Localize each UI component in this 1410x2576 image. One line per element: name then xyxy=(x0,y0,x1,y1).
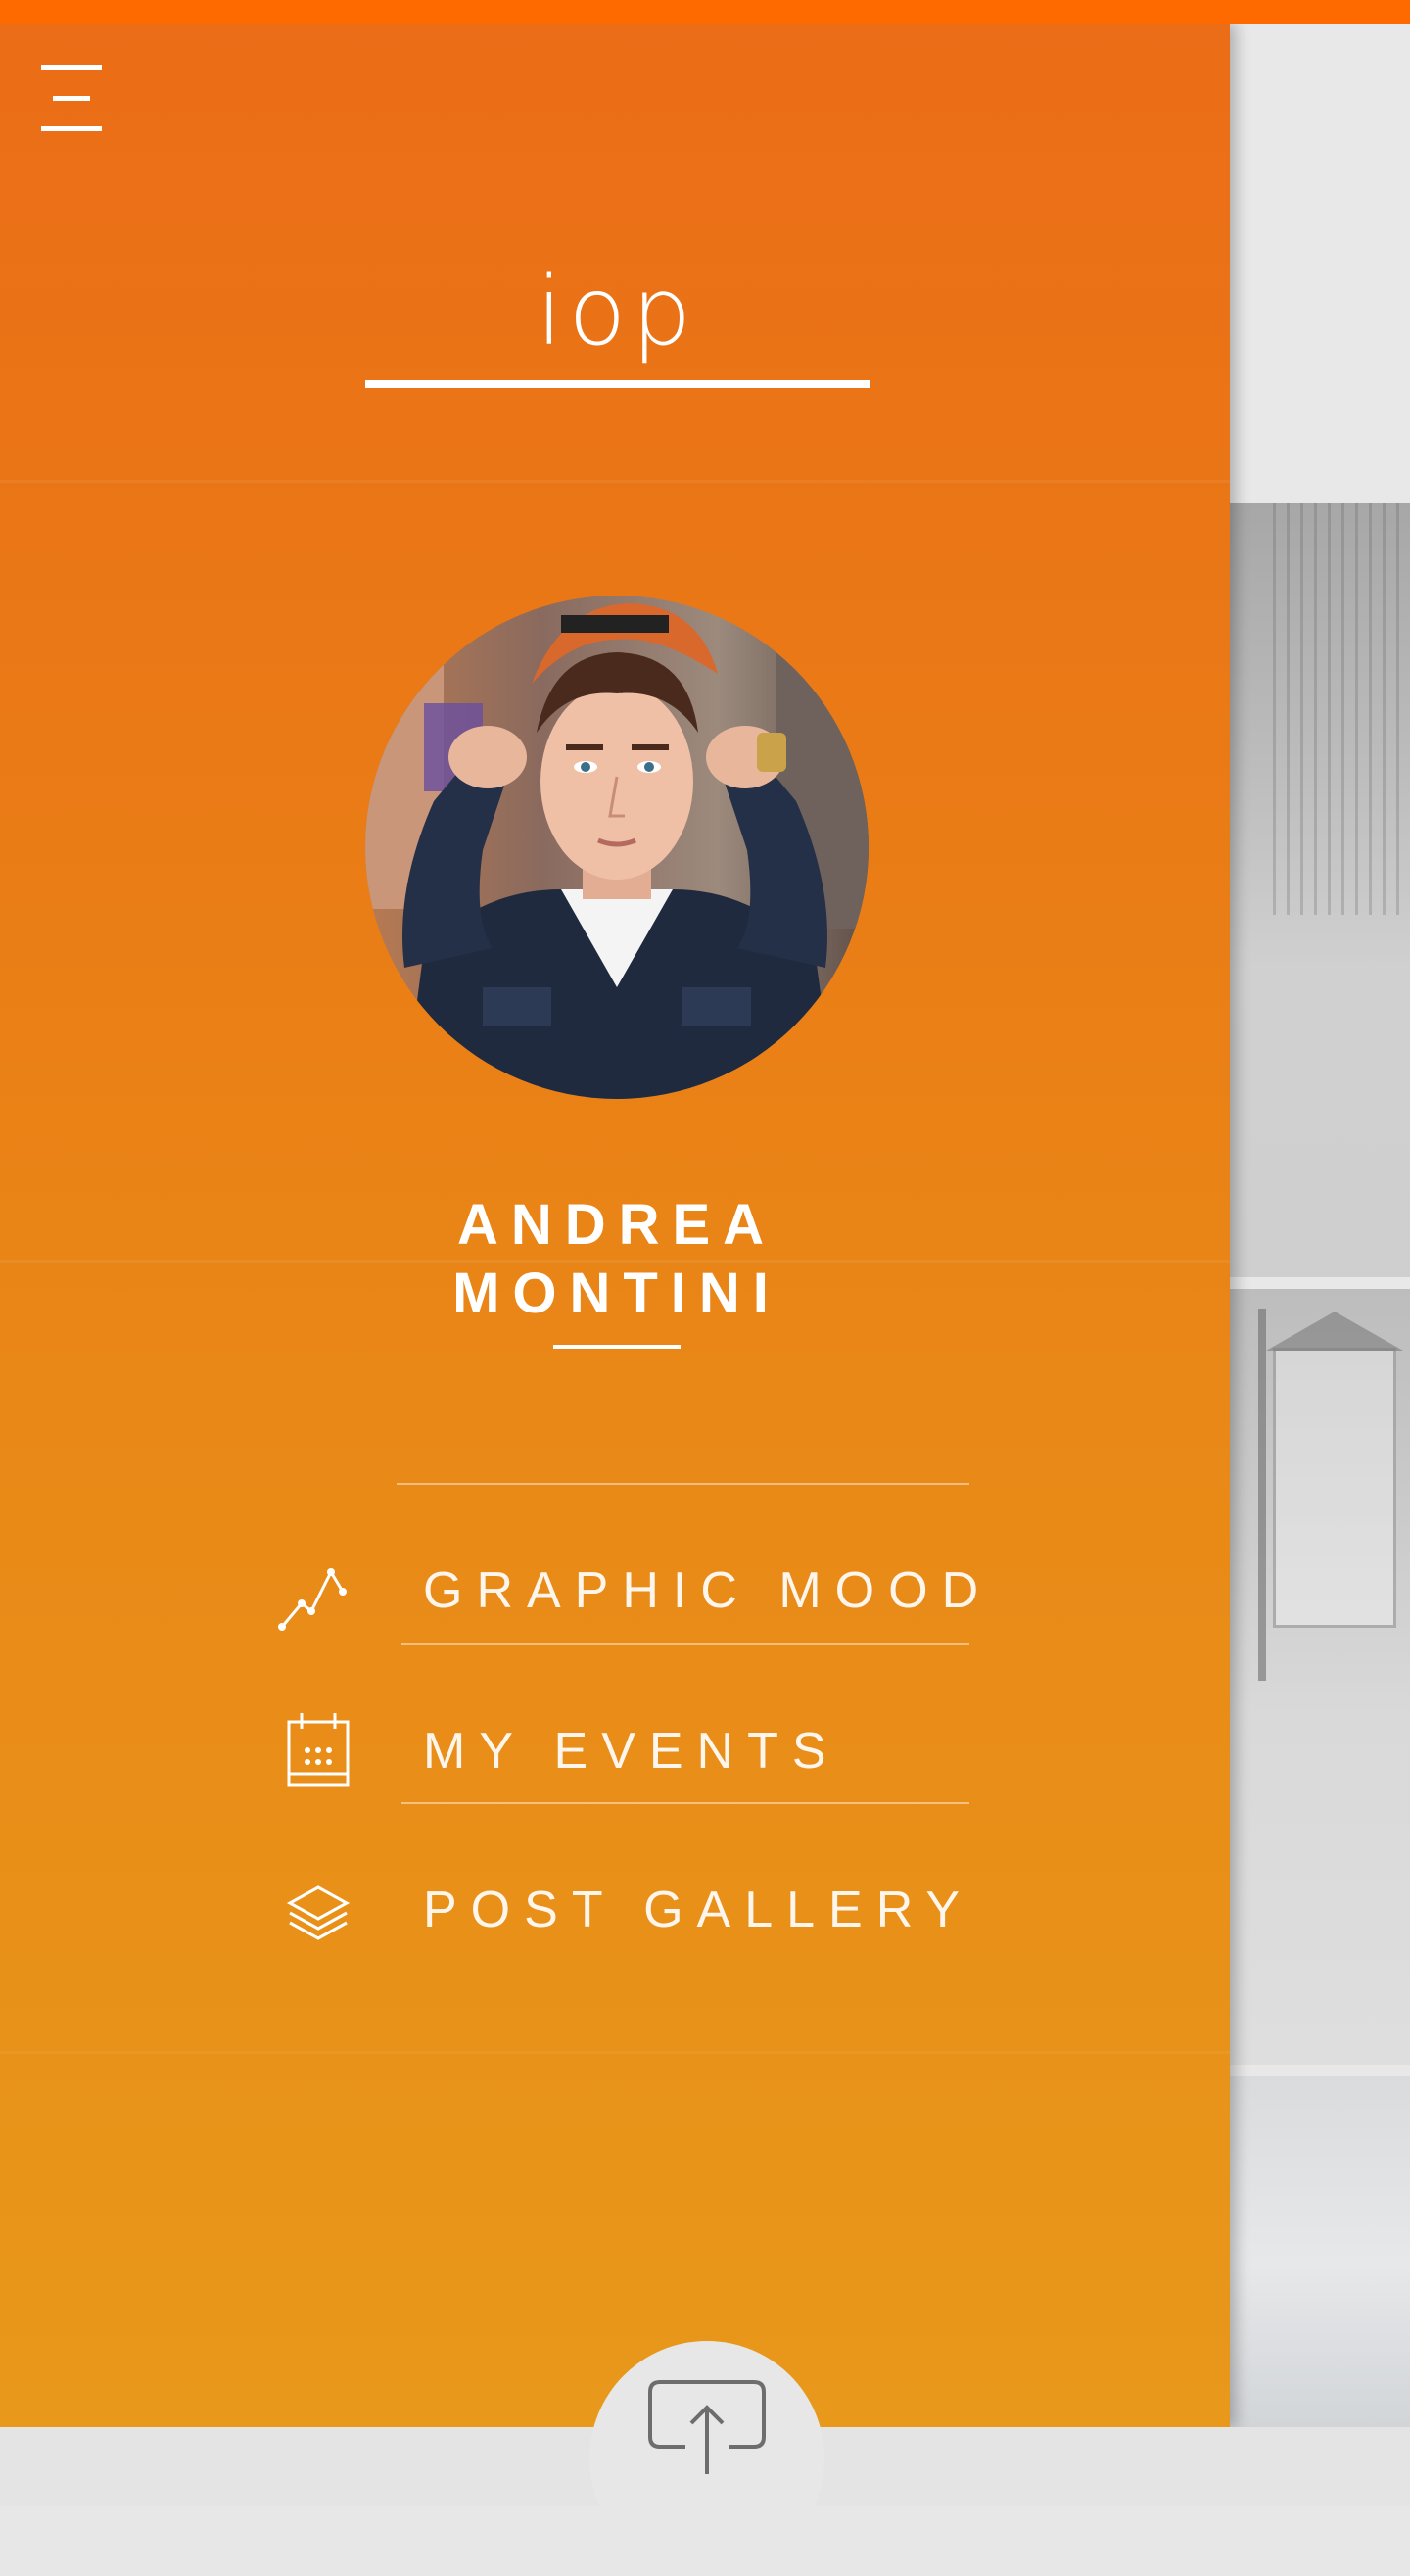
street-pole xyxy=(1258,1309,1266,1681)
app-logo: iop xyxy=(536,257,698,366)
house-shape xyxy=(1266,1312,1403,1628)
nav-divider xyxy=(401,1802,969,1804)
status-bar xyxy=(0,0,1410,24)
ghost-divider xyxy=(0,480,1230,483)
upload-icon xyxy=(648,2380,766,2474)
nav-item-graphic-mood[interactable]: GRAPHIC MOOD xyxy=(274,1522,999,1649)
navigation-drawer: iop ANDREA MONTINI GRAPHIC MOOD MY EVENT… xyxy=(0,24,1230,2428)
calendar-icon xyxy=(287,1713,350,1787)
nav-item-post-gallery[interactable]: POST GALLERY xyxy=(274,1841,999,1969)
nav-label-post-gallery: POST GALLERY xyxy=(423,1882,974,1938)
hamburger-menu-icon[interactable] xyxy=(41,65,104,133)
user-avatar-photo xyxy=(365,596,869,1099)
line-chart-icon xyxy=(278,1568,347,1631)
nav-item-my-events[interactable]: MY EVENTS xyxy=(274,1683,999,1810)
ghost-divider xyxy=(0,2051,1230,2054)
nav-divider xyxy=(401,1643,969,1645)
tree-pattern xyxy=(1273,503,1410,915)
nav-label-graphic-mood: GRAPHIC MOOD xyxy=(423,1562,993,1619)
layers-icon xyxy=(286,1885,351,1940)
name-underline xyxy=(553,1345,681,1349)
nav-divider xyxy=(397,1483,969,1485)
logo-underline xyxy=(365,380,870,388)
user-last-name: MONTINI xyxy=(452,1262,781,1325)
upload-button[interactable] xyxy=(589,2341,824,2576)
nav-label-my-events: MY EVENTS xyxy=(423,1723,840,1780)
user-name: ANDREA MONTINI xyxy=(294,1191,940,1328)
user-first-name: ANDREA xyxy=(456,1193,777,1257)
avatar[interactable] xyxy=(365,596,869,1099)
